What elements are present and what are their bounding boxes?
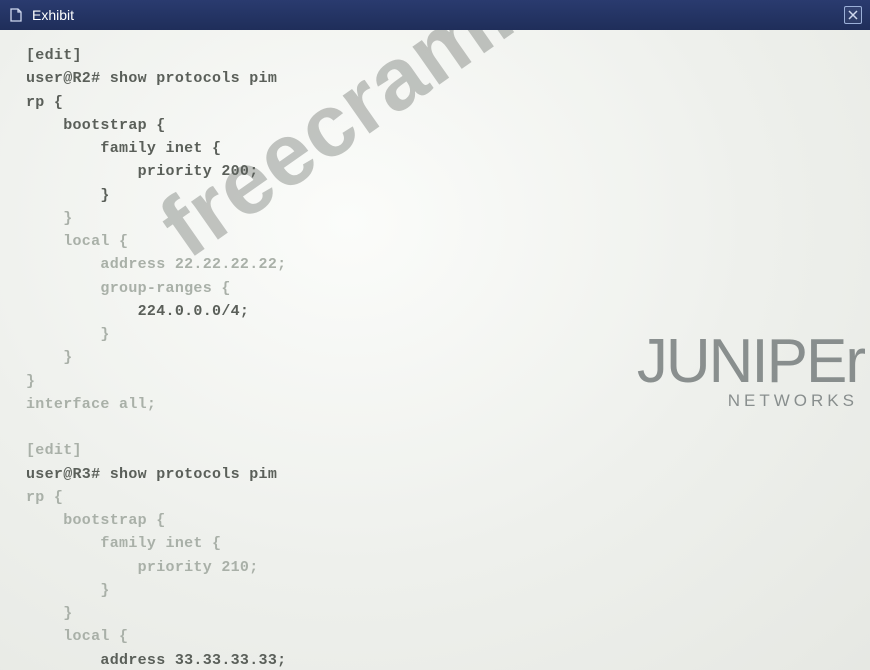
code-line: family inet { — [26, 535, 221, 552]
code-line: rp { — [26, 94, 63, 111]
code-line: local { — [26, 628, 128, 645]
code-line: address 22.22.22.22; — [26, 256, 286, 273]
code-line: rp { — [26, 489, 63, 506]
code-line: bootstrap { — [26, 117, 166, 134]
code-line: [edit] — [26, 442, 82, 459]
code-line: priority 200; — [26, 163, 259, 180]
titlebar: Exhibit — [0, 0, 870, 30]
code-line: } — [26, 373, 35, 390]
code-line: 224.0.0.0/4; — [26, 303, 249, 320]
content-area: [edit] user@R2# show protocols pim rp { … — [0, 30, 870, 670]
terminal-output: [edit] user@R2# show protocols pim rp { … — [26, 44, 844, 670]
code-line: } — [26, 210, 73, 227]
code-line: priority 210; — [26, 559, 259, 576]
window-title: Exhibit — [32, 7, 844, 23]
code-line: address 33.33.33.33; — [26, 652, 286, 669]
code-line: } — [26, 605, 73, 622]
document-icon — [8, 7, 24, 23]
close-icon — [848, 10, 858, 20]
code-line: [edit] — [26, 47, 82, 64]
code-line: user@R3# show protocols pim — [26, 466, 277, 483]
code-line: group-ranges { — [26, 280, 231, 297]
code-line: } — [26, 582, 110, 599]
close-button[interactable] — [844, 6, 862, 24]
code-line: user@R2# show protocols pim — [26, 70, 277, 87]
code-line: local { — [26, 233, 128, 250]
code-line: } — [26, 349, 73, 366]
code-line: bootstrap { — [26, 512, 166, 529]
code-line: } — [26, 187, 110, 204]
code-line: interface all; — [26, 396, 156, 413]
exhibit-window: Exhibit [edit] user@R2# show protocols p… — [0, 0, 870, 670]
code-line: } — [26, 326, 110, 343]
code-line: family inet { — [26, 140, 221, 157]
